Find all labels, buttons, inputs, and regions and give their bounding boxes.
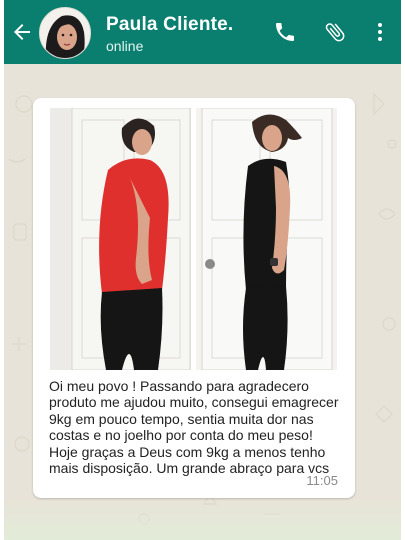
phone-icon[interactable] — [273, 20, 297, 44]
paperclip-icon[interactable] — [323, 20, 347, 44]
avatar[interactable] — [39, 7, 91, 59]
before-after-photo[interactable] — [50, 108, 337, 370]
chat-header: Paula Cliente. online — [4, 0, 401, 64]
message-text: Oi meu povo ! Passando para agradecero p… — [49, 378, 339, 477]
contact-name[interactable]: Paula Cliente. — [106, 14, 233, 36]
more-vert-icon[interactable] — [368, 20, 392, 44]
bottom-gradient — [4, 498, 401, 540]
back-arrow-icon[interactable] — [10, 20, 34, 44]
message-bubble[interactable]: Oi meu povo ! Passando para agradecero p… — [33, 98, 355, 498]
message-time: 11:05 — [306, 473, 338, 488]
contact-status: online — [106, 38, 144, 54]
chat-window: Paula Cliente. online Oi meu povo ! Pass… — [4, 0, 401, 540]
